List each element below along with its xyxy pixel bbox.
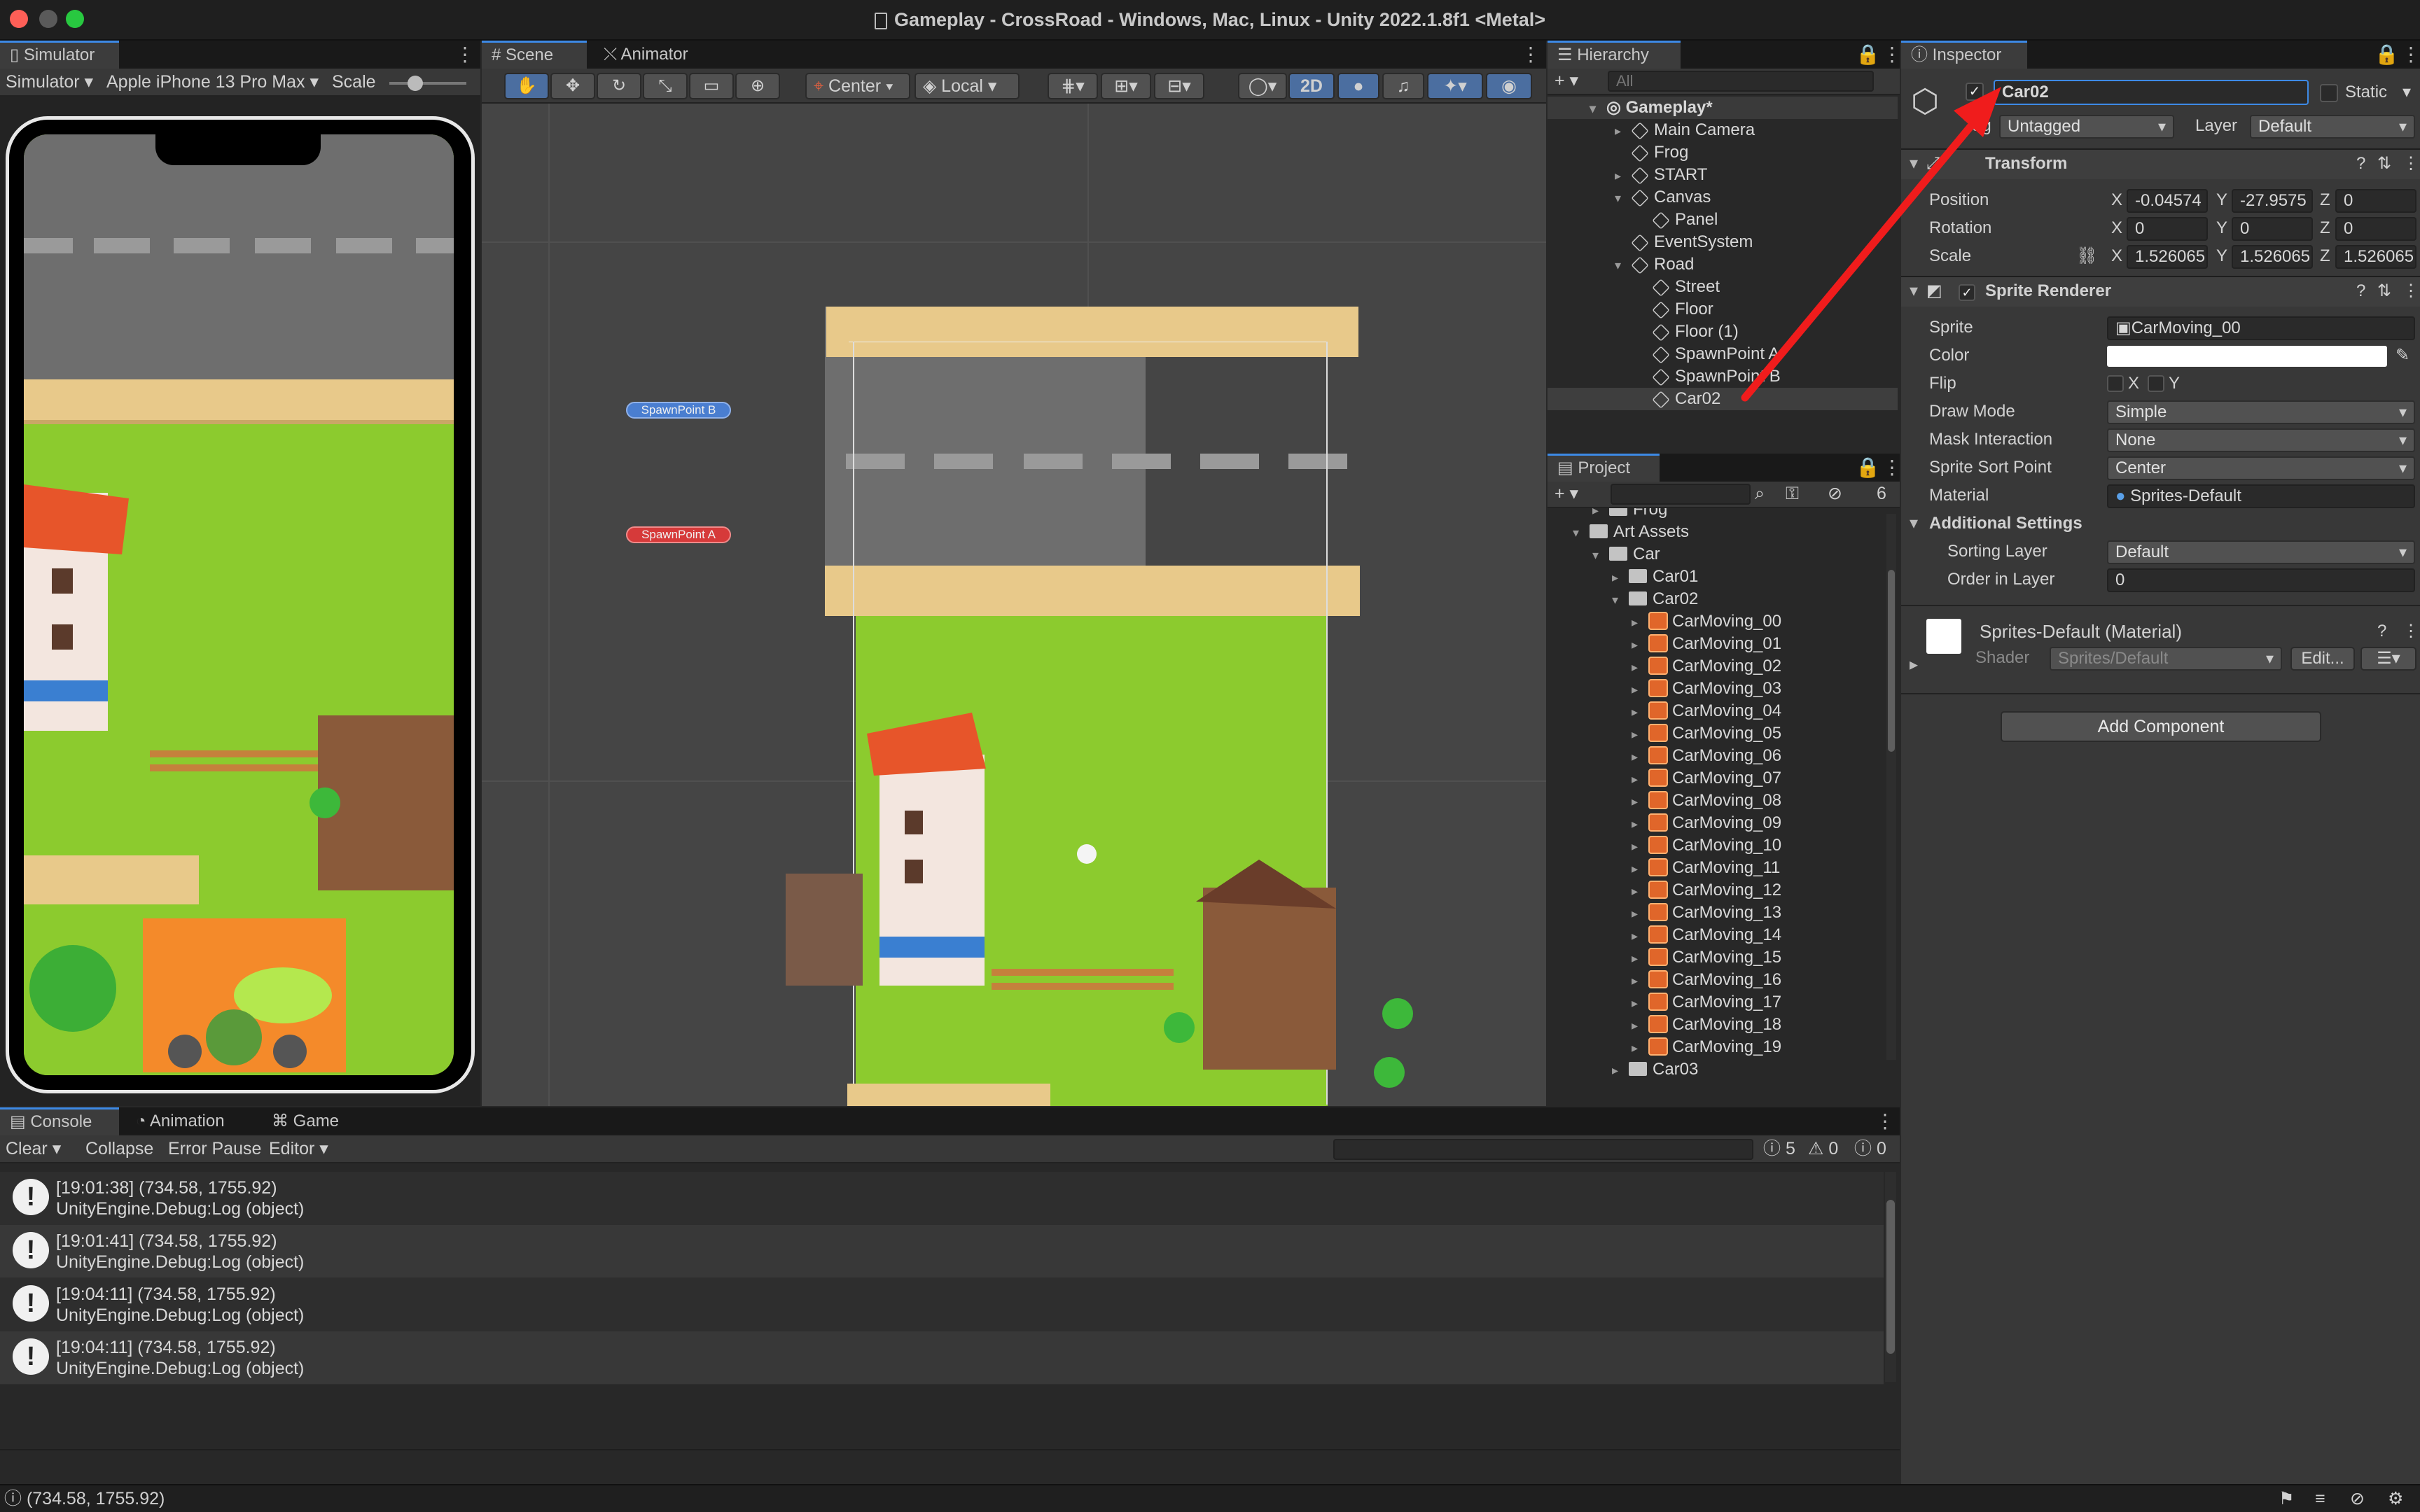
annotation-arrow-line (1741, 111, 1984, 402)
annotation-arrow (1741, 87, 2001, 402)
annotation-arrow-head (1954, 87, 2001, 137)
